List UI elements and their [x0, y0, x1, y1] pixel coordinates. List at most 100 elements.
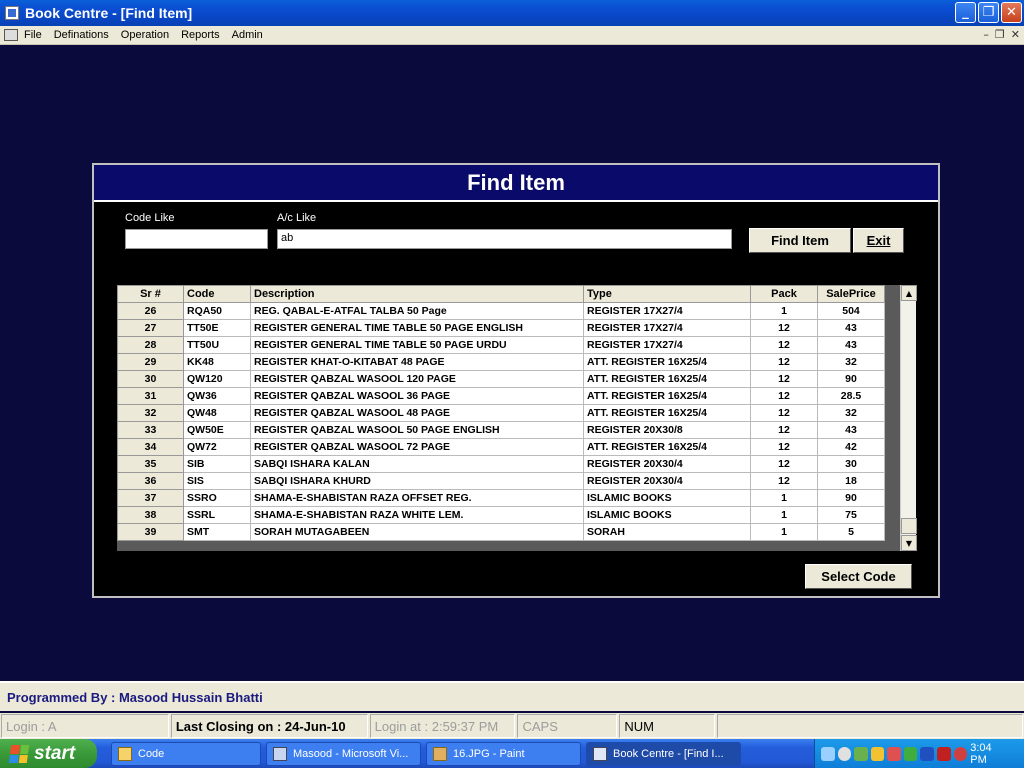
ac-like-input[interactable]: ab: [277, 229, 732, 249]
code-like-input[interactable]: [125, 229, 268, 249]
table-row[interactable]: 31 QW36 REGISTER QABZAL WASOOL 36 PAGE ATT.…: [117, 387, 885, 405]
mdi-restore-button[interactable]: ❐: [995, 28, 1005, 41]
mdi-minimize-button[interactable]: –: [983, 28, 989, 41]
security-icon[interactable]: [854, 746, 868, 761]
cell-description: REGISTER QABZAL WASOOL 36 PAGE: [250, 387, 584, 405]
col-header-description[interactable]: Description: [250, 285, 584, 303]
cell-code: TT50U: [183, 336, 251, 354]
table-row[interactable]: 38 SSRL SHAMA-E-SHABISTAN RAZA WHITE LEM. I…: [117, 506, 885, 524]
cell-type: REGISTER 17X27/4: [583, 302, 751, 320]
task-paint[interactable]: 16.JPG - Paint: [426, 741, 581, 766]
scroll-thumb[interactable]: [901, 518, 917, 534]
taskbar: start Code Masood - Microsoft Vi... 16.J…: [0, 739, 1024, 768]
start-label: start: [34, 742, 76, 764]
table-row[interactable]: 33 QW50E REGISTER QABZAL WASOOL 50 PAGE EN…: [117, 421, 885, 439]
table-row[interactable]: 35 SIB SABQI ISHARA KALAN REGISTER 20X30/4 1…: [117, 455, 885, 473]
task-visual-basic[interactable]: Masood - Microsoft Vi...: [266, 741, 421, 766]
cell-description: SABQI ISHARA KHURD: [250, 472, 584, 490]
cell-description: REGISTER QABZAL WASOOL 50 PAGE ENGLISH: [250, 421, 584, 439]
cell-sr[interactable]: 37: [117, 489, 184, 507]
table-row[interactable]: 36 SIS SABQI ISHARA KHURD REGISTER 20X30/4 1…: [117, 472, 885, 490]
minimize-button[interactable]: _: [955, 2, 976, 23]
items-grid[interactable]: Sr # Code Description Type Pack SalePric…: [117, 285, 917, 551]
window-title: Book Centre - [Find Item]: [25, 5, 193, 21]
table-row[interactable]: 30 QW120 REGISTER QABZAL WASOOL 120 PAGE AT…: [117, 370, 885, 388]
table-row[interactable]: 26 RQA50 REG. QABAL-E-ATFAL TALBA 50 Page R…: [117, 302, 885, 320]
table-row[interactable]: 34 QW72 REGISTER QABZAL WASOOL 72 PAGE ATT.…: [117, 438, 885, 456]
restore-button[interactable]: ❐: [978, 2, 999, 23]
col-header-saleprice[interactable]: SalePrice: [817, 285, 885, 303]
cell-type: REGISTER 20X30/8: [583, 421, 751, 439]
task-code[interactable]: Code: [111, 741, 261, 766]
cell-sr[interactable]: 30: [117, 370, 184, 388]
cell-pack: 12: [750, 404, 818, 422]
table-row[interactable]: 27 TT50E REGISTER GENERAL TIME TABLE 50 PA…: [117, 319, 885, 337]
scroll-down-button[interactable]: ▼: [901, 535, 917, 551]
volume-icon[interactable]: [837, 746, 852, 761]
cell-sr[interactable]: 33: [117, 421, 184, 439]
task-book-centre[interactable]: Book Centre - [Find I...: [586, 741, 741, 766]
alert-icon[interactable]: [953, 746, 968, 761]
cell-sr[interactable]: 31: [117, 387, 184, 405]
network-icon[interactable]: [821, 746, 835, 761]
col-header-sr[interactable]: Sr #: [117, 285, 184, 303]
cell-sr[interactable]: 39: [117, 523, 184, 541]
mdi-close-button[interactable]: ✕: [1011, 28, 1020, 41]
programmer-credit: Programmed By : Masood Hussain Bhatti: [0, 681, 1024, 711]
cell-sr[interactable]: 36: [117, 472, 184, 490]
shield-icon[interactable]: [937, 746, 951, 761]
cell-code: SSRL: [183, 506, 251, 524]
items-table: Sr # Code Description Type Pack SalePric…: [117, 285, 885, 541]
mdi-child-icon[interactable]: [4, 29, 18, 41]
start-button[interactable]: start: [0, 739, 97, 768]
cell-description: REGISTER GENERAL TIME TABLE 50 PAGE ENGL…: [250, 319, 584, 337]
cell-sr[interactable]: 35: [117, 455, 184, 473]
select-code-button[interactable]: Select Code: [805, 564, 912, 589]
cell-type: ATT. REGISTER 16X25/4: [583, 370, 751, 388]
menu-file[interactable]: File: [18, 29, 48, 41]
cell-sr[interactable]: 27: [117, 319, 184, 337]
grid-vertical-scrollbar[interactable]: ▲ ▼: [900, 285, 917, 551]
table-row[interactable]: 32 QW48 REGISTER QABZAL WASOOL 48 PAGE ATT.…: [117, 404, 885, 422]
col-header-type[interactable]: Type: [583, 285, 751, 303]
code-like-label: Code Like: [125, 212, 175, 224]
cell-saleprice: 30: [817, 455, 885, 473]
antivirus-icon[interactable]: [887, 746, 901, 761]
table-row[interactable]: 37 SSRO SHAMA-E-SHABISTAN RAZA OFFSET REG.…: [117, 489, 885, 507]
col-header-pack[interactable]: Pack: [750, 285, 818, 303]
table-row[interactable]: 28 TT50U REGISTER GENERAL TIME TABLE 50 PA…: [117, 336, 885, 354]
monitor-icon[interactable]: [903, 746, 918, 761]
task-label: Code: [138, 747, 165, 760]
scroll-up-button[interactable]: ▲: [901, 285, 917, 301]
cell-code: SIB: [183, 455, 251, 473]
cell-pack: 12: [750, 438, 818, 456]
cell-saleprice: 18: [817, 472, 885, 490]
display-icon[interactable]: [920, 746, 935, 761]
cell-sr[interactable]: 38: [117, 506, 184, 524]
menu-reports[interactable]: Reports: [175, 29, 226, 41]
col-header-code[interactable]: Code: [183, 285, 251, 303]
close-button[interactable]: ✕: [1001, 2, 1022, 23]
pencil-icon[interactable]: [870, 746, 885, 761]
task-label: Masood - Microsoft Vi...: [293, 747, 409, 760]
menu-definations[interactable]: Definations: [48, 29, 115, 41]
ac-like-label: A/c Like: [277, 212, 317, 224]
table-row[interactable]: 39 SMT SORAH MUTAGABEEN SORAH 1 5: [117, 523, 885, 541]
cell-sr[interactable]: 29: [117, 353, 184, 371]
exit-button[interactable]: Exit: [853, 228, 904, 253]
table-row[interactable]: 29 KK48 REGISTER KHAT-O-KITABAT 48 PAGE ATT…: [117, 353, 885, 371]
task-label: Book Centre - [Find I...: [613, 747, 724, 760]
find-item-button[interactable]: Find Item: [749, 228, 851, 253]
cell-sr[interactable]: 26: [117, 302, 184, 320]
cell-sr[interactable]: 34: [117, 438, 184, 456]
cell-sr[interactable]: 28: [117, 336, 184, 354]
cell-sr[interactable]: 32: [117, 404, 184, 422]
menu-admin[interactable]: Admin: [226, 29, 269, 41]
status-caps: CAPS: [517, 714, 618, 738]
menu-operation[interactable]: Operation: [115, 29, 175, 41]
cell-type: ISLAMIC BOOKS: [583, 506, 751, 524]
cell-code: QW50E: [183, 421, 251, 439]
cell-description: REGISTER KHAT-O-KITABAT 48 PAGE: [250, 353, 584, 371]
cell-saleprice: 43: [817, 336, 885, 354]
cell-type: REGISTER 17X27/4: [583, 336, 751, 354]
